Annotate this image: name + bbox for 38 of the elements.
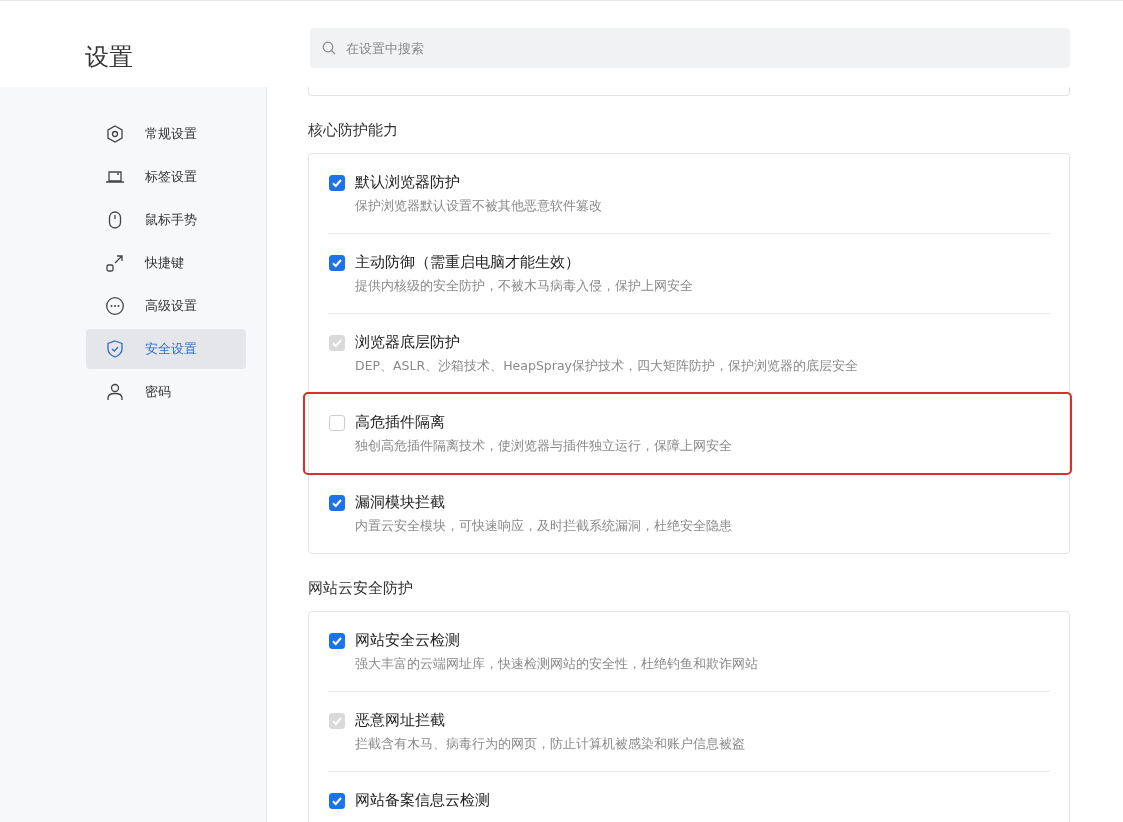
sidebar-item[interactable]: 高级设置 xyxy=(86,286,246,326)
option-label: 漏洞模块拦截 xyxy=(355,493,446,512)
option-description: DEP、ASLR、沙箱技术、HeapSpray保护技术，四大矩阵防护，保护浏览器的底层安全 xyxy=(355,358,858,375)
sidebar-item[interactable]: 标签设置 xyxy=(86,157,246,197)
checkbox[interactable] xyxy=(329,175,345,191)
option-label: 高危插件隔离 xyxy=(355,413,446,432)
option-label: 网站备案信息云检测 xyxy=(355,791,490,810)
option-label: 恶意网址拦截 xyxy=(355,711,446,730)
option-description: 提供内核级的安全防护，不被木马病毒入侵，保护上网安全 xyxy=(355,278,693,295)
sidebar-item[interactable]: 鼠标手势 xyxy=(86,200,246,240)
checkbox[interactable] xyxy=(329,633,345,649)
section-title: 网站云安全防护 xyxy=(308,579,414,598)
section-title: 核心防护能力 xyxy=(308,121,399,140)
sidebar-item[interactable]: 安全设置 xyxy=(86,329,246,369)
option-description: 内置云安全模块，可快速响应，及时拦截系统漏洞，杜绝安全隐患 xyxy=(355,518,732,535)
option-description: 独创高危插件隔离技术，使浏览器与插件独立运行，保障上网安全 xyxy=(355,438,732,455)
user-icon xyxy=(105,382,125,402)
checkbox[interactable] xyxy=(329,793,345,809)
search-field[interactable]: 在设置中搜索 xyxy=(310,28,1070,68)
option-description: 拦截含有木马、病毒行为的网页，防止计算机被感染和账户信息被盗 xyxy=(355,736,745,753)
checkbox[interactable] xyxy=(329,255,345,271)
sidebar-item[interactable]: 快捷键 xyxy=(86,243,246,283)
option-description: 强大丰富的云端网址库，快速检测网站的安全性，杜绝钓鱼和欺诈网站 xyxy=(355,656,758,673)
sidebar-item[interactable]: 常规设置 xyxy=(86,114,246,154)
more-icon xyxy=(105,296,125,316)
option-label: 浏览器底层防护 xyxy=(355,333,461,352)
checkbox[interactable] xyxy=(329,415,345,431)
option-label: 网站安全云检测 xyxy=(355,631,461,650)
option-description: 保护浏览器默认设置不被其他恶意软件篡改 xyxy=(355,198,602,215)
option-label: 默认浏览器防护 xyxy=(355,173,461,192)
settings-icon xyxy=(105,124,125,144)
checkbox[interactable] xyxy=(329,495,345,511)
shortcut-arrow-icon xyxy=(105,253,125,273)
page-title: 设置 xyxy=(85,43,133,71)
shield-icon xyxy=(105,339,125,359)
option-label: 主动防御（需重启电脑才能生效） xyxy=(355,253,581,272)
sidebar-item[interactable]: 密码 xyxy=(86,372,246,412)
search-icon xyxy=(322,41,336,55)
